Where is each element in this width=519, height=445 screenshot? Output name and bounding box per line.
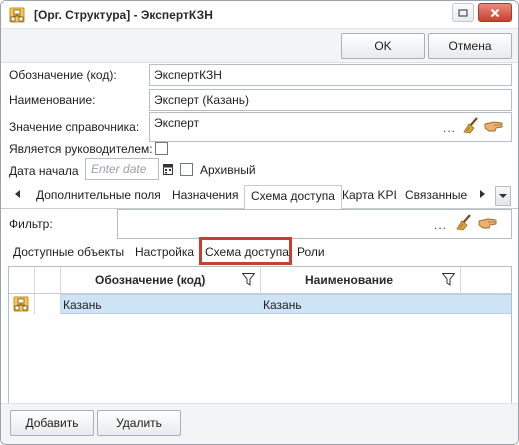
cell-name: Казань — [263, 298, 302, 312]
tab-kpi-map[interactable]: Карта KPI — [342, 188, 397, 202]
is-manager-label: Является руководителем: — [9, 142, 153, 156]
tab-assignments[interactable]: Назначения — [172, 188, 239, 202]
title-bar[interactable]: [Орг. Структура] - ЭкспертКЗН — [1, 1, 518, 29]
chevron-down-icon — [499, 194, 507, 198]
ok-button[interactable]: OK — [341, 33, 425, 59]
archived-checkbox[interactable] — [180, 163, 193, 176]
code-field[interactable]: ЭкспертКЗН — [149, 64, 512, 86]
column-header-name[interactable]: Наименование — [261, 267, 461, 294]
tab-additional-fields[interactable]: Дополнительные поля — [36, 188, 161, 202]
access-grid: Обозначение (код) Наименование Казань Ка… — [8, 266, 512, 426]
top-button-bar: OK Отмена — [1, 29, 518, 63]
column-header-code-label: Обозначение (код) — [95, 273, 206, 287]
filter-icon[interactable] — [442, 273, 455, 286]
hand-pointer-icon[interactable] — [478, 214, 498, 230]
name-value: Эксперт (Казань) — [154, 93, 249, 107]
ref-field[interactable]: Эксперт — [149, 112, 512, 142]
broom-icon[interactable] — [454, 213, 474, 231]
column-header-code[interactable]: Обозначение (код) — [61, 267, 261, 294]
is-manager-checkbox[interactable] — [155, 142, 168, 155]
code-value: ЭкспертКЗН — [154, 68, 222, 82]
main-tabs: Дополнительные поля Назначения Схема дос… — [1, 185, 518, 210]
calendar-icon[interactable] — [163, 163, 173, 175]
org-structure-icon — [9, 7, 25, 23]
archived-label: Архивный — [200, 163, 256, 177]
tabs-scroll-right-icon[interactable] — [480, 190, 485, 198]
grid-header: Обозначение (код) Наименование — [9, 267, 511, 294]
row-indicator — [9, 294, 35, 314]
window-title: [Орг. Структура] - ЭкспертКЗН — [34, 8, 213, 22]
ref-label: Значение справочника: — [9, 120, 140, 134]
subtab-roles[interactable]: Роли — [297, 245, 325, 259]
column-header-name-label: Наименование — [305, 273, 394, 287]
header-indicator-cell — [9, 267, 35, 294]
row-check-cell[interactable] — [35, 294, 61, 314]
tab-related[interactable]: Связанные — [405, 188, 467, 202]
start-date-field[interactable]: Enter date — [85, 158, 159, 180]
hand-pointer-icon[interactable] — [484, 117, 504, 133]
bottom-button-bar: Добавить Удалить — [1, 403, 518, 444]
broom-icon[interactable] — [461, 116, 481, 134]
name-label: Наименование: — [9, 93, 96, 107]
tabs-menu-button[interactable] — [495, 186, 511, 206]
filter-label: Фильтр: — [9, 217, 53, 231]
name-field[interactable]: Эксперт (Казань) — [149, 89, 512, 111]
row-selection: Казань Казань — [61, 294, 511, 314]
row-icon — [13, 296, 29, 312]
minimize-icon — [458, 8, 468, 17]
subtab-access-scheme[interactable]: Схема доступа — [205, 245, 289, 259]
start-date-label: Дата начала — [9, 164, 79, 178]
subtab-settings[interactable]: Настройка — [135, 245, 194, 259]
cancel-button[interactable]: Отмена — [428, 33, 512, 59]
dialog-window: [Орг. Структура] - ЭкспертКЗН OK Отмена … — [0, 0, 519, 445]
code-label: Обозначение (код): — [9, 68, 117, 82]
ref-value: Эксперт — [154, 116, 200, 130]
close-icon — [490, 8, 500, 17]
add-button[interactable]: Добавить — [10, 410, 94, 436]
table-row[interactable]: Казань Казань — [9, 294, 511, 314]
cell-code: Казань — [63, 298, 102, 312]
dialog-content: OK Отмена Обозначение (код): ЭкспертКЗН … — [1, 29, 518, 444]
filter-dots-button[interactable]: ... — [434, 218, 447, 232]
close-button[interactable] — [478, 3, 512, 22]
tab-access-scheme[interactable]: Схема доступа — [244, 185, 342, 210]
ref-dots-button[interactable]: ... — [443, 121, 456, 135]
tabs-scroll-left-icon[interactable] — [15, 190, 20, 198]
filter-icon[interactable] — [242, 273, 255, 286]
delete-button[interactable]: Удалить — [97, 410, 181, 436]
subtab-available-objects[interactable]: Доступные объекты — [13, 245, 124, 259]
minimize-button[interactable] — [452, 3, 474, 22]
start-date-placeholder: Enter date — [91, 162, 147, 176]
filter-field[interactable] — [117, 209, 512, 239]
header-check-cell — [35, 267, 61, 294]
